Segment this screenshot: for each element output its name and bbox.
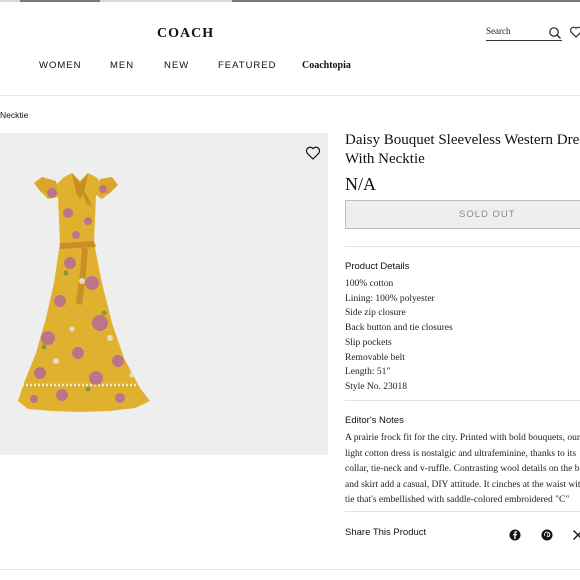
share-product-label: Share This Product bbox=[345, 527, 427, 538]
pinterest-icon[interactable] bbox=[541, 529, 553, 541]
editors-notes-heading[interactable]: Editor's Notes bbox=[345, 415, 404, 426]
nav-item-women[interactable]: WOMEN bbox=[39, 60, 81, 71]
detail-item: Slip pockets bbox=[345, 337, 392, 348]
product-details-heading[interactable]: Product Details bbox=[345, 261, 409, 272]
nav-item-featured[interactable]: FEATURED bbox=[218, 60, 277, 71]
breadcrumb[interactable]: Necktie bbox=[0, 110, 28, 120]
product-title: Daisy Bouquet Sleeveless Western Dress W… bbox=[345, 132, 580, 167]
detail-item: Length: 51" bbox=[345, 367, 391, 378]
product-image[interactable] bbox=[0, 133, 328, 455]
footer-divider bbox=[0, 569, 580, 570]
divider bbox=[345, 246, 580, 247]
coach-logo[interactable]: COACH bbox=[157, 26, 214, 42]
divider bbox=[345, 400, 580, 401]
nav-item-coachtopia[interactable]: Coachtopia bbox=[302, 60, 351, 71]
detail-item: Side zip closure bbox=[345, 308, 406, 319]
add-to-wishlist-heart-icon[interactable] bbox=[305, 145, 321, 161]
search-box[interactable] bbox=[486, 24, 562, 41]
detail-item: Back button and tie closures bbox=[345, 323, 453, 334]
editors-notes-text: A prairie frock fit for the city. Printe… bbox=[345, 433, 580, 506]
nav-item-new[interactable]: NEW bbox=[164, 60, 189, 71]
product-price: N/A bbox=[345, 174, 376, 194]
detail-item: 100% cotton bbox=[345, 279, 394, 289]
search-icon[interactable] bbox=[548, 26, 562, 40]
facebook-icon[interactable] bbox=[509, 529, 521, 541]
product-details-list: 100% cotton Lining: 100% polyester Side … bbox=[345, 277, 453, 395]
search-input[interactable] bbox=[486, 24, 546, 38]
x-icon[interactable] bbox=[572, 529, 580, 541]
site-header: COACH WOMEN MEN NEW FEATURED Coachtopia bbox=[0, 2, 580, 96]
divider bbox=[345, 511, 580, 512]
detail-item: Style No. 23018 bbox=[345, 381, 408, 392]
wishlist-heart-icon[interactable] bbox=[569, 25, 580, 39]
detail-item: Removable belt bbox=[345, 352, 405, 363]
nav-item-men[interactable]: MEN bbox=[110, 60, 134, 71]
detail-item: Lining: 100% polyester bbox=[345, 293, 435, 304]
dress-illustration bbox=[18, 173, 150, 412]
sold-out-button[interactable]: SOLD OUT bbox=[345, 200, 580, 229]
